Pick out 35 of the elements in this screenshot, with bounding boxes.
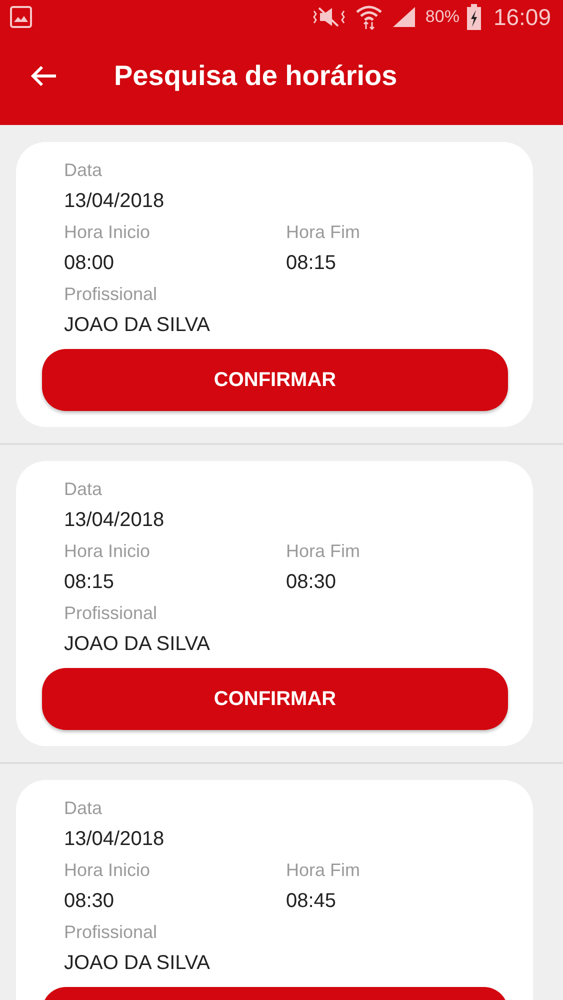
screen-title: Pesquisa de horários xyxy=(114,60,398,92)
field-label: Data xyxy=(64,478,102,501)
start-time-value: 08:15 xyxy=(64,570,114,595)
date-value: 13/04/2018 xyxy=(64,827,164,852)
battery-charging-icon xyxy=(467,4,482,30)
field-label: Profissional xyxy=(64,283,158,306)
date-value: 13/04/2018 xyxy=(64,508,164,533)
professional-name: JOAO DA SILVA xyxy=(64,951,210,976)
field-label: Data xyxy=(64,797,102,820)
battery-percentage: 80% xyxy=(425,7,460,27)
field-label: Profissional xyxy=(64,602,158,625)
professional-name: JOAO DA SILVA xyxy=(64,632,210,657)
signal-icon xyxy=(391,5,418,29)
field-label: Hora Fim xyxy=(286,221,360,244)
confirm-button[interactable]: CONFIRMAR xyxy=(42,349,508,411)
field-label: Profissional xyxy=(64,921,158,944)
date-value: 13/04/2018 xyxy=(64,189,164,214)
field-label: Data xyxy=(64,159,102,182)
professional-name: JOAO DA SILVA xyxy=(64,313,210,338)
end-time-value: 08:15 xyxy=(286,251,336,276)
clock-time: 16:09 xyxy=(493,4,551,30)
wifi-icon xyxy=(355,4,384,30)
field-label: Hora Inicio xyxy=(64,540,150,563)
end-time-value: 08:45 xyxy=(286,889,336,914)
back-arrow-icon[interactable] xyxy=(30,64,58,88)
mute-icon xyxy=(311,5,348,29)
start-time-value: 08:00 xyxy=(64,251,114,276)
confirm-button[interactable]: CONFIRMAR xyxy=(42,668,508,730)
field-label: Hora Inicio xyxy=(64,859,150,882)
end-time-value: 08:30 xyxy=(286,570,336,595)
field-label: Hora Inicio xyxy=(64,221,150,244)
image-icon xyxy=(9,5,33,29)
start-time-value: 08:30 xyxy=(64,889,114,914)
field-label: Hora Fim xyxy=(286,859,360,882)
field-label: Hora Fim xyxy=(286,540,360,563)
